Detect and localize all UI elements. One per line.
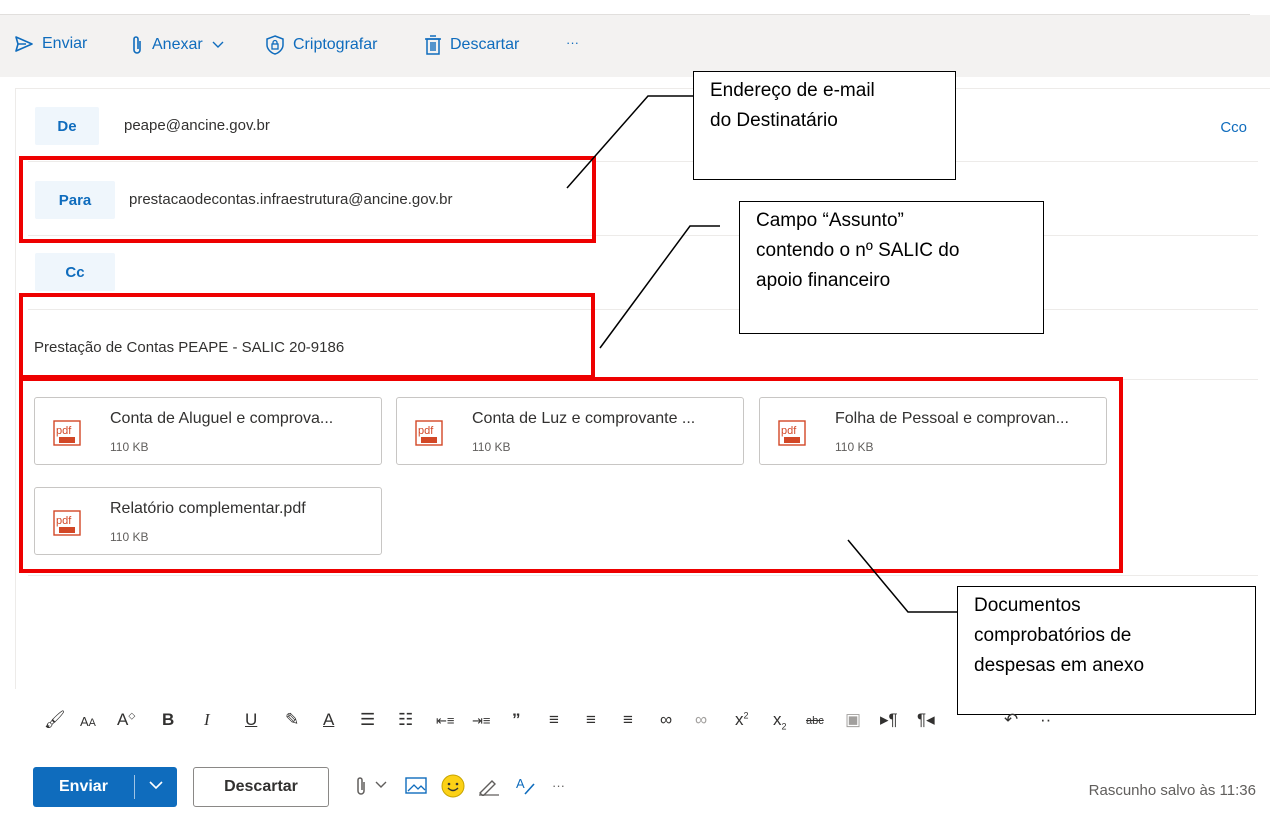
callout-line: Documentos [974, 595, 1081, 616]
align-right-icon[interactable]: ≡ [623, 710, 633, 730]
bottom-action-bar: Enviar Descartar A ··· Rascunho salvo às… [0, 756, 1270, 816]
callout-line: do Destinatário [710, 110, 838, 131]
image-icon[interactable] [405, 776, 427, 796]
signature-icon[interactable] [477, 776, 501, 796]
increase-indent-icon[interactable]: ⇥≡ [472, 713, 490, 729]
align-left-icon[interactable]: ≡ [549, 710, 559, 730]
documents-callout: Documentos comprobatórios de despesas em… [957, 586, 1256, 715]
highlight-icon[interactable]: ✎ [285, 710, 299, 730]
underline-icon[interactable]: U [245, 710, 257, 730]
callout-line: comprobatórios de [974, 625, 1132, 646]
font-size-icon[interactable]: AA [80, 714, 96, 729]
callout-line: apoio financeiro [756, 270, 891, 291]
discard-button[interactable]: Descartar [193, 767, 329, 807]
bullets-icon[interactable]: ☰ [360, 710, 375, 730]
subject-callout: Campo “Assunto” contendo o nº SALIC do a… [739, 201, 1044, 334]
format-painter-icon[interactable]: 🖌 [44, 710, 66, 730]
undo-icon[interactable]: ↶ [1004, 710, 1018, 730]
recipient-callout: Endereço de e-mail do Destinatário [693, 71, 956, 180]
font-color-icon[interactable]: A [323, 710, 334, 730]
send-button-label: Enviar [59, 778, 108, 795]
superscript-icon[interactable]: x2 [735, 710, 749, 730]
callout-line: despesas em anexo [974, 655, 1145, 676]
rtl-icon[interactable]: ¶◂ [917, 710, 935, 730]
format-toolbar: 🖌 AA A◇ B I U ✎ A ☰ ☷ ⇤≡ ⇥≡ ” ≡ ≡ ≡ ∞ ∞ … [0, 700, 1270, 742]
numbering-icon[interactable]: ☷ [398, 710, 413, 730]
italic-icon[interactable]: I [204, 710, 210, 730]
decrease-indent-icon[interactable]: ⇤≡ [436, 713, 454, 729]
emoji-icon[interactable] [441, 774, 465, 798]
callout-line: Endereço de e-mail [710, 80, 875, 101]
paperclip-icon[interactable] [354, 776, 368, 796]
chevron-down-icon[interactable] [148, 778, 164, 792]
subscript-icon[interactable]: x2 [773, 710, 787, 731]
bold-icon[interactable]: B [162, 710, 174, 730]
picture-icon[interactable]: ▣ [845, 710, 861, 730]
callout-line: contendo o nº SALIC do [756, 240, 960, 261]
split-divider [134, 775, 135, 799]
link-icon[interactable]: ∞ [660, 710, 672, 730]
more-format-icon[interactable]: ·· [1040, 710, 1051, 730]
align-center-icon[interactable]: ≡ [586, 710, 596, 730]
draft-status: Rascunho salvo às 11:36 [1088, 782, 1256, 799]
send-button[interactable]: Enviar [33, 767, 177, 807]
svg-text:A: A [516, 776, 525, 791]
quote-icon[interactable]: ” [512, 710, 521, 730]
remove-link-icon[interactable]: ∞ [695, 710, 707, 730]
discard-button-label: Descartar [224, 778, 298, 795]
ltr-icon[interactable]: ▸¶ [880, 710, 898, 730]
chevron-down-icon[interactable] [374, 780, 388, 790]
editor-icon[interactable]: A [514, 776, 536, 796]
callout-line: Campo “Assunto” [756, 210, 904, 231]
more-options-button[interactable]: ··· [552, 778, 565, 793]
strikethrough-icon[interactable]: abc [806, 715, 824, 727]
grow-font-icon[interactable]: A◇ [117, 710, 135, 730]
